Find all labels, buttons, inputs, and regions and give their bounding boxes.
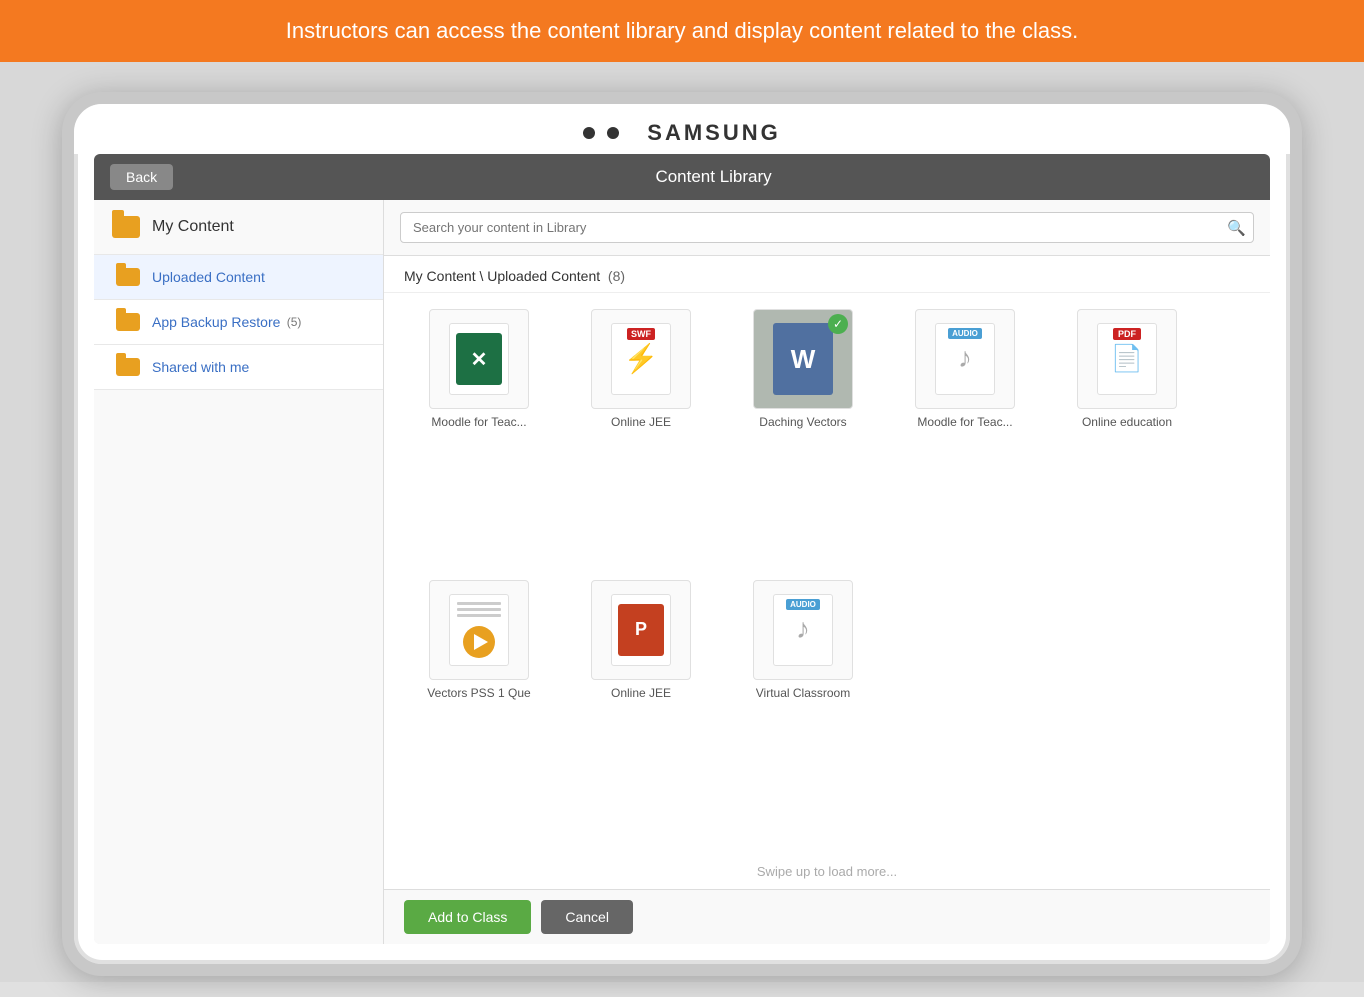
audio-icon-2: AUDIO ♪ [773, 594, 833, 666]
search-bar: 🔍 [384, 200, 1270, 256]
back-button[interactable]: Back [110, 164, 173, 190]
item-thumb-audio: AUDIO ♪ [915, 309, 1015, 409]
item-thumb-audio2: AUDIO ♪ [753, 580, 853, 680]
play-triangle [474, 634, 488, 650]
video-lines [457, 602, 501, 620]
app-body: My Content Uploaded Content App Backup R… [94, 200, 1270, 944]
top-banner: Instructors can access the content libra… [0, 0, 1364, 62]
item-thumb-moodle-excel: ✕ [429, 309, 529, 409]
sidebar-label-uploaded: Uploaded Content [152, 269, 265, 285]
sidebar-label-shared: Shared with me [152, 359, 249, 375]
item-name-online-jee-swf: Online JEE [611, 415, 671, 429]
content-item-online-education[interactable]: PDF 📄 Online education [1052, 309, 1202, 568]
cancel-button[interactable]: Cancel [541, 900, 633, 934]
my-content-label: My Content [152, 218, 234, 236]
folder-icon-my-content [112, 216, 140, 238]
tablet-dot-1 [583, 127, 595, 139]
play-circle [463, 626, 495, 658]
content-item-moodle-audio[interactable]: AUDIO ♪ Moodle for Teac... [890, 309, 1040, 568]
item-name-virtual-classroom: Virtual Classroom [756, 686, 850, 700]
content-grid: ✕ Moodle for Teac... SWF ⚡ [384, 293, 1270, 854]
checkmark-badge: ✓ [828, 314, 848, 334]
tablet-top-bar: SAMSUNG [74, 104, 1290, 154]
item-thumb-video [429, 580, 529, 680]
item-thumb-word: W ✓ [753, 309, 853, 409]
pdf-acrobat: 📄 [1111, 343, 1143, 374]
content-item-daching-vectors[interactable]: W ✓ Daching Vectors [728, 309, 878, 568]
banner-text: Instructors can access the content libra… [286, 18, 1078, 43]
app-header: Back Content Library [94, 154, 1270, 200]
pdf-icon: PDF 📄 [1097, 323, 1157, 395]
content-item-online-jee-ppt[interactable]: P Online JEE [566, 580, 716, 839]
folder-icon-backup [116, 313, 140, 331]
app-container: Back Content Library My Content Uploaded… [94, 154, 1270, 944]
audio-icon: AUDIO ♪ [935, 323, 995, 395]
item-thumb-pdf: PDF 📄 [1077, 309, 1177, 409]
ppt-inner: P [618, 604, 664, 656]
breadcrumb-path: My Content \ Uploaded Content [404, 268, 600, 284]
content-area: 🔍 My Content \ Uploaded Content (8) [384, 200, 1270, 944]
folder-icon-shared [116, 358, 140, 376]
app-title: Content Library [173, 167, 1254, 187]
content-item-vectors-pss[interactable]: Vectors PSS 1 Que [404, 580, 554, 839]
breadcrumb-count: (8) [608, 268, 625, 284]
pdf-tag: PDF [1113, 328, 1141, 340]
flash-symbol: ⚡ [624, 342, 659, 375]
music-note: ♪ [958, 342, 972, 374]
content-item-online-jee-swf[interactable]: SWF ⚡ Online JEE [566, 309, 716, 568]
sidebar-my-content[interactable]: My Content [94, 200, 383, 255]
item-name-online-education: Online education [1082, 415, 1172, 429]
item-name-vectors-pss: Vectors PSS 1 Que [427, 686, 530, 700]
video-icon [449, 594, 509, 666]
load-more-text: Swipe up to load more... [384, 854, 1270, 889]
music-note-2: ♪ [796, 613, 810, 645]
sidebar-item-uploaded-content[interactable]: Uploaded Content [94, 255, 383, 300]
audio-tag-2: AUDIO [786, 599, 820, 610]
add-to-class-button[interactable]: Add to Class [404, 900, 531, 934]
search-input[interactable] [400, 212, 1254, 243]
excel-icon-inner: ✕ [456, 333, 502, 385]
samsung-logo: SAMSUNG [647, 120, 780, 146]
sidebar: My Content Uploaded Content App Backup R… [94, 200, 384, 944]
search-input-wrap: 🔍 [400, 212, 1254, 243]
tablet-dot-2 [607, 127, 619, 139]
breadcrumb-bar: My Content \ Uploaded Content (8) [384, 256, 1270, 293]
search-button[interactable]: 🔍 [1227, 219, 1246, 237]
sidebar-label-backup: App Backup Restore [152, 314, 280, 330]
sidebar-item-app-backup[interactable]: App Backup Restore (5) [94, 300, 383, 345]
sidebar-badge-backup: (5) [283, 315, 301, 329]
bottom-bar: Add to Class Cancel [384, 889, 1270, 944]
content-item-moodle-excel[interactable]: ✕ Moodle for Teac... [404, 309, 554, 568]
item-thumb-swf: SWF ⚡ [591, 309, 691, 409]
ppt-icon: P [611, 594, 671, 666]
tablet-frame: SAMSUNG Back Content Library My Content [62, 92, 1302, 976]
item-name-daching-vectors: Daching Vectors [759, 415, 846, 429]
item-name-online-jee-ppt: Online JEE [611, 686, 671, 700]
word-icon: W [773, 323, 833, 395]
excel-icon: ✕ [449, 323, 509, 395]
audio-tag: AUDIO [948, 328, 982, 339]
item-name-moodle-audio: Moodle for Teac... [917, 415, 1012, 429]
sidebar-item-shared[interactable]: Shared with me [94, 345, 383, 390]
swf-icon: SWF ⚡ [611, 323, 671, 395]
swf-tag: SWF [627, 328, 655, 340]
item-name-moodle-excel: Moodle for Teac... [431, 415, 526, 429]
content-item-virtual-classroom[interactable]: AUDIO ♪ Virtual Classroom [728, 580, 878, 839]
item-thumb-ppt: P [591, 580, 691, 680]
outer-area: SAMSUNG Back Content Library My Content [0, 62, 1364, 982]
folder-icon-uploaded [116, 268, 140, 286]
